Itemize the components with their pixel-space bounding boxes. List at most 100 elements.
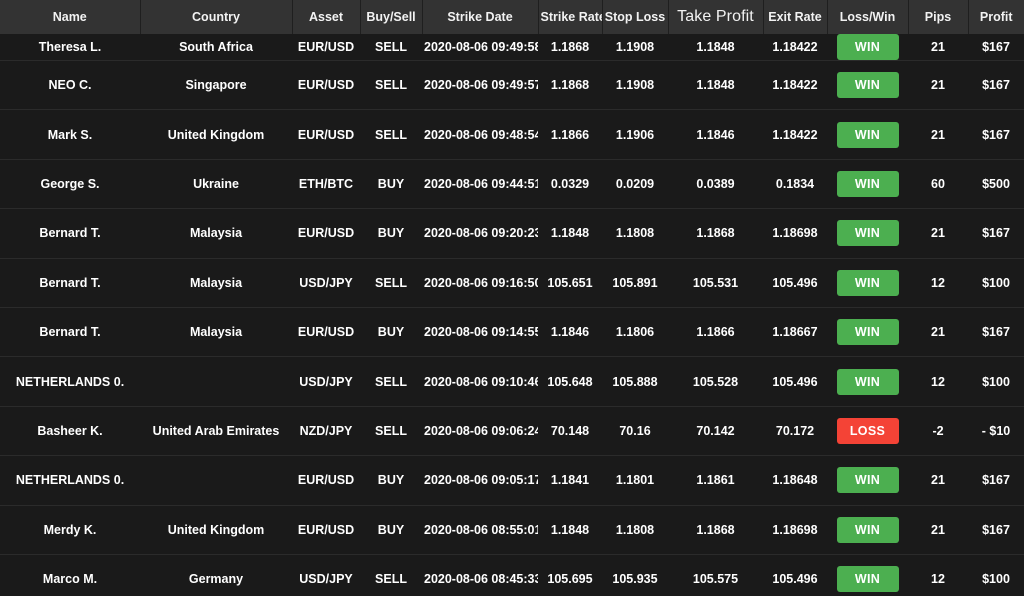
- cell-profit: $167: [982, 226, 1010, 241]
- cell-loss-win: WIN: [827, 110, 908, 159]
- cell-profit: $100: [982, 572, 1010, 587]
- cell-name: Theresa L.: [38, 40, 102, 54]
- column-header-strike-date[interactable]: Strike Date: [421, 0, 539, 34]
- table-row[interactable]: Theresa L. South Africa EUR/USD SELL 2020-08…: [0, 34, 1024, 61]
- column-header-pips[interactable]: Pips: [907, 0, 969, 34]
- cell-profit: $167: [982, 522, 1010, 537]
- trades-table: Name Country Asset Buy/Sell Strike Date …: [0, 0, 1024, 596]
- cell-strike-date: 2020-08-06 09:14:55: [424, 325, 538, 340]
- cell-strike-date: 2020-08-06 09:06:24: [424, 423, 538, 438]
- table-row[interactable]: NETHERLANDS 0. USD/JPY SELL 2020-08-06 09:1…: [0, 356, 1024, 407]
- cell-country: Ukraine: [193, 176, 239, 191]
- cell-asset: EUR/USD: [297, 325, 355, 340]
- cell-loss-win: WIN: [827, 357, 908, 406]
- cell-strike-date: 2020-08-06 09:49:58: [424, 40, 538, 54]
- cell-exit-rate: 105.496: [772, 275, 818, 290]
- cell-exit-rate: 0.1834: [775, 176, 815, 191]
- status-badge: WIN: [836, 34, 899, 60]
- cell-loss-win: WIN: [827, 505, 908, 554]
- table-body: Theresa L. South Africa EUR/USD SELL 2020-08…: [0, 34, 1024, 596]
- column-header-loss-win[interactable]: Loss/Win: [826, 0, 909, 34]
- cell-exit-rate: 1.18422: [772, 127, 818, 142]
- cell-buy-sell: BUY: [377, 325, 405, 340]
- cell-country: Singapore: [185, 78, 247, 93]
- column-header-stop-loss[interactable]: Stop Loss: [601, 0, 669, 34]
- trades-history-panel: Name Country Asset Buy/Sell Strike Date …: [0, 0, 1024, 596]
- status-badge: WIN: [836, 516, 899, 543]
- table-row[interactable]: George S. Ukraine ETH/BTC BUY 2020-08-06 09:…: [0, 159, 1024, 209]
- table-row[interactable]: Bernard T. Malaysia EUR/USD BUY 2020-08-06 0…: [0, 208, 1024, 259]
- table-row[interactable]: Mark S. United Kingdom EUR/USD SELL 2020-08-…: [0, 109, 1024, 160]
- table-row[interactable]: Basheer K. United Arab Emirates NZD/JPY SEL…: [0, 406, 1024, 456]
- cell-strike-date: 2020-08-06 08:45:33: [424, 572, 538, 587]
- cell-strike-date: 2020-08-06 08:55:01: [424, 522, 538, 537]
- cell-strike-rate: 1.1866: [550, 127, 590, 142]
- status-badge: WIN: [836, 467, 899, 494]
- cell-pips: 21: [931, 325, 945, 340]
- table-row[interactable]: Bernard T. Malaysia EUR/USD BUY 2020-08-06 0…: [0, 307, 1024, 357]
- cell-name: Bernard T.: [39, 325, 101, 340]
- table-row[interactable]: NETHERLANDS 0. EUR/USD BUY 2020-08-06 09:05…: [0, 455, 1024, 506]
- cell-take-profit: 1.1861: [696, 473, 735, 488]
- cell-pips: 12: [931, 374, 945, 389]
- cell-exit-rate: 105.496: [772, 374, 818, 389]
- cell-pips: 12: [931, 275, 945, 290]
- cell-profit: $167: [982, 325, 1010, 340]
- cell-stop-loss: 105.891: [612, 275, 658, 290]
- cell-name: NETHERLANDS 0.: [15, 473, 125, 488]
- cell-strike-date: 2020-08-06 09:44:51: [424, 176, 538, 191]
- table-row[interactable]: Merdy K. United Kingdom EUR/USD BUY 2020-08-…: [0, 505, 1024, 555]
- table-row[interactable]: NEO C. Singapore EUR/USD SELL 2020-08-06 09:…: [0, 60, 1024, 110]
- cell-loss-win: WIN: [827, 456, 908, 505]
- cell-name: Bernard T.: [39, 226, 101, 241]
- cell-stop-loss: 0.0209: [615, 176, 655, 191]
- cell-name: NETHERLANDS 0.: [15, 374, 125, 389]
- cell-profit: $167: [982, 473, 1010, 488]
- cell-strike-rate: 1.1868: [550, 40, 590, 54]
- cell-strike-rate: 70.148: [550, 423, 590, 438]
- cell-loss-win: WIN: [827, 307, 908, 356]
- cell-country: [140, 357, 292, 406]
- column-header-name[interactable]: Name: [0, 0, 141, 34]
- column-header-take-profit[interactable]: Take Profit: [667, 0, 764, 34]
- cell-strike-date: 2020-08-06 09:49:57: [424, 78, 538, 93]
- cell-strike-rate: 105.648: [547, 374, 593, 389]
- cell-loss-win: LOSS: [827, 406, 908, 455]
- column-header-exit-rate[interactable]: Exit Rate: [762, 0, 828, 34]
- cell-profit: $167: [982, 40, 1010, 54]
- cell-pips: 21: [931, 226, 945, 241]
- cell-take-profit: 1.1848: [696, 40, 735, 54]
- cell-country: Germany: [188, 572, 244, 587]
- cell-profit: - $10: [981, 423, 1011, 438]
- cell-name: Merdy K.: [43, 522, 97, 537]
- cell-stop-loss: 1.1801: [615, 473, 655, 488]
- cell-pips: -2: [932, 423, 944, 438]
- cell-asset: EUR/USD: [297, 40, 355, 54]
- cell-strike-rate: 105.695: [547, 572, 593, 587]
- cell-stop-loss: 1.1908: [615, 40, 655, 54]
- cell-buy-sell: BUY: [377, 176, 405, 191]
- cell-take-profit: 1.1868: [696, 226, 735, 241]
- column-header-profit[interactable]: Profit: [967, 0, 1024, 34]
- column-header-asset[interactable]: Asset: [291, 0, 361, 34]
- cell-stop-loss: 105.935: [612, 572, 658, 587]
- column-header-country[interactable]: Country: [139, 0, 293, 34]
- cell-take-profit: 105.531: [692, 275, 739, 290]
- cell-buy-sell: SELL: [375, 572, 407, 587]
- cell-take-profit: 105.575: [692, 572, 739, 587]
- cell-pips: 21: [931, 522, 945, 537]
- cell-stop-loss: 1.1806: [615, 325, 655, 340]
- table-row[interactable]: Bernard T. Malaysia USD/JPY SELL 2020-08-06 …: [0, 258, 1024, 308]
- cell-buy-sell: SELL: [375, 423, 407, 438]
- cell-exit-rate: 1.18422: [772, 40, 818, 54]
- column-header-buy-sell[interactable]: Buy/Sell: [359, 0, 423, 34]
- table-row[interactable]: Marco M. Germany USD/JPY SELL 2020-08-06 08:…: [0, 554, 1024, 596]
- cell-exit-rate: 1.18422: [772, 78, 818, 93]
- cell-exit-rate: 1.18698: [772, 226, 818, 241]
- cell-country: Malaysia: [189, 226, 243, 241]
- cell-buy-sell: BUY: [377, 522, 405, 537]
- column-header-strike-rate[interactable]: Strike Rate: [537, 0, 603, 34]
- cell-strike-date: 2020-08-06 09:48:54: [424, 127, 538, 142]
- cell-name: Basheer K.: [37, 423, 103, 438]
- cell-strike-date: 2020-08-06 09:20:23: [424, 226, 538, 241]
